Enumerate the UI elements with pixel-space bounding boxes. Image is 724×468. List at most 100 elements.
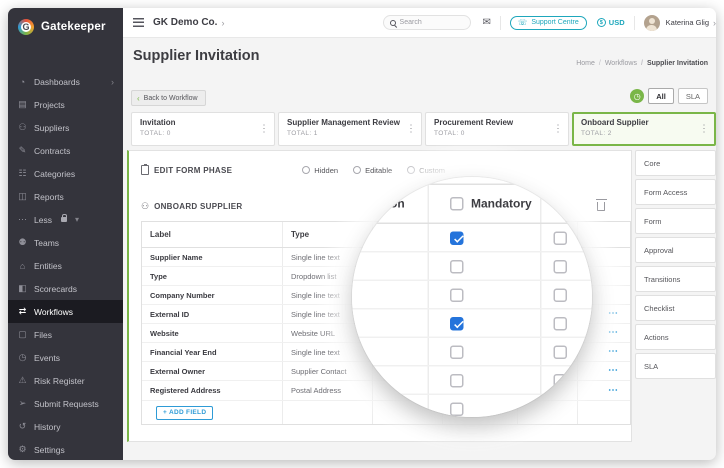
settings-tab[interactable]: Checklist: [635, 295, 716, 321]
sla-timer-icon[interactable]: ◷: [630, 89, 645, 103]
projects-icon: ▤: [18, 99, 27, 109]
page-title: Supplier Invitation: [133, 48, 260, 64]
trash-icon[interactable]: [595, 198, 607, 211]
filter-all-button[interactable]: All: [648, 88, 674, 104]
phase-name: Procurement Review: [434, 118, 514, 127]
radio-option[interactable]: Hidden: [302, 166, 338, 175]
sidebar-item[interactable]: ◷ Events ▾ ›: [8, 346, 123, 369]
sidebar-item[interactable]: ◔ Dashboards ▾ ›: [8, 70, 123, 93]
column-header-label: Label: [142, 222, 283, 247]
divider: [499, 15, 501, 30]
sidebar-item[interactable]: ⚉ Teams ▾ ›: [8, 231, 123, 254]
phase-tab[interactable]: Invitation TOTAL: 0 ⋮: [131, 112, 275, 146]
depends-on-cell: [352, 309, 429, 336]
sidebar-item[interactable]: ⇄ Workflows ▾ ›: [8, 300, 123, 323]
sidebar-item[interactable]: ▤ Projects ▾ ›: [8, 93, 123, 116]
sidebar-item[interactable]: ⚇ Suppliers ▾ ›: [8, 116, 123, 139]
filter-sla-button[interactable]: SLA: [677, 88, 708, 104]
kebab-menu-icon[interactable]: ⋮: [259, 124, 269, 135]
currency-selector[interactable]: $ USD: [596, 18, 625, 27]
sidebar-item[interactable]: ⚙ Settings ▾ ›: [8, 438, 123, 460]
caret-down-icon: ▾: [74, 215, 79, 224]
history-icon: ↺: [18, 421, 27, 431]
phase-total: TOTAL: 1: [287, 130, 318, 137]
breadcrumb-item[interactable]: Workflows: [595, 60, 637, 67]
field-label-cell: External ID: [142, 305, 283, 323]
radio-button-icon[interactable]: [407, 166, 416, 174]
sidebar-item[interactable]: ◫ Reports ▾ ›: [8, 185, 123, 208]
section-title: ONBOARD SUPPLIER: [154, 201, 243, 211]
back-to-workflow-button[interactable]: ‹ Back to Workflow: [131, 90, 206, 106]
radio-button-icon[interactable]: [353, 166, 362, 174]
topbar: GK Demo Co. › ✉ ☏ Support Centre $ USD K…: [123, 8, 716, 38]
search-input[interactable]: [399, 19, 460, 26]
settings-tab[interactable]: Form: [635, 208, 716, 234]
kebab-menu-icon[interactable]: ⋮: [699, 124, 709, 135]
magnifier-content: EDIT FORM PHASE Hidden Editable Custom ⚇…: [352, 177, 592, 417]
sidebar-item[interactable]: ⚠ Risk Register ▾ ›: [8, 369, 123, 392]
breadcrumb-item[interactable]: Supplier Invitation: [637, 60, 708, 67]
settings-tab[interactable]: Form Access: [635, 179, 716, 205]
edit-form-phase-label: EDIT FORM PHASE: [154, 165, 233, 175]
sidebar-item[interactable]: ⋯ Less ▾ ›: [8, 208, 123, 231]
mandatory-checkbox: [449, 401, 463, 415]
phase-tab[interactable]: Supplier Management Review TOTAL: 1 ⋮: [278, 112, 422, 146]
mandatory-cell: [429, 223, 541, 251]
sidebar-item[interactable]: ↺ History ▾ ›: [8, 415, 123, 438]
table-row: Supplier Name Single line text ⋯: [352, 223, 592, 252]
suppliers-icon: ⚇: [18, 122, 27, 132]
sidebar-item-label: Events: [34, 352, 60, 363]
radio-button-icon[interactable]: [302, 166, 311, 174]
reports-icon: ◫: [18, 191, 27, 201]
sidebar-item-label: Risk Register: [34, 375, 85, 386]
hidden-cell: [541, 224, 592, 251]
settings-tab[interactable]: Core: [635, 150, 716, 176]
sidebar-item[interactable]: ◧ Scorecards ▾ ›: [8, 277, 123, 300]
sidebar-item[interactable]: ☷ Categories ▾ ›: [8, 162, 123, 185]
hidden-checkbox: [553, 315, 567, 330]
entities-icon: ⌂: [19, 260, 26, 271]
avatar[interactable]: [643, 14, 660, 31]
company-name[interactable]: GK Demo Co.: [153, 17, 217, 28]
kebab-menu-icon[interactable]: ⋮: [406, 124, 416, 135]
radio-option[interactable]: Editable: [353, 166, 392, 175]
sidebar-item-label: Reports: [34, 191, 64, 202]
table-row: Company Number Single line text ⋯: [352, 280, 592, 309]
breadcrumb-item[interactable]: Home: [576, 60, 595, 67]
scorecards-icon: ◧: [18, 283, 27, 293]
kebab-menu-icon[interactable]: ⋮: [553, 124, 563, 135]
sidebar-item[interactable]: ➢ Submit Requests ▾ ›: [8, 392, 123, 415]
phase-name: Onboard Supplier: [581, 118, 649, 127]
sla-filter-controls: ◷ All SLA: [630, 88, 708, 104]
sidebar-item[interactable]: ▢ Files ▾ ›: [8, 323, 123, 346]
search-box[interactable]: [382, 15, 471, 30]
sidebar-item[interactable]: ✎ Contracts ▾ ›: [8, 139, 123, 162]
sidebar-item-label: Files: [34, 329, 52, 340]
sidebar-item-label: Teams: [34, 237, 60, 248]
users-icon: ⚇: [141, 200, 150, 211]
submit-requests-icon: ➢: [18, 398, 27, 408]
brand-logo[interactable]: G Gatekeeper: [8, 8, 123, 46]
sidebar-item[interactable]: ⌂ Entities ▾ ›: [8, 254, 123, 277]
field-label-cell: Company Number: [142, 286, 283, 304]
depends-on-cell: [352, 337, 429, 365]
settings-tab[interactable]: Approval: [635, 237, 716, 263]
search-icon: [389, 19, 396, 26]
hidden-cell: [541, 395, 592, 418]
settings-tab[interactable]: Actions: [635, 324, 716, 350]
table-header: Label Type Depends on Mandatory Hidden: [352, 184, 592, 224]
user-name[interactable]: Katerina Glig: [666, 18, 709, 27]
settings-tab[interactable]: Transitions: [635, 266, 716, 292]
radio-option[interactable]: Custom: [407, 166, 445, 175]
phase-tab[interactable]: Procurement Review TOTAL: 0 ⋮: [425, 112, 569, 146]
risk-register-icon: ⚠: [18, 375, 27, 385]
hamburger-menu-icon[interactable]: [133, 18, 144, 27]
envelope-icon[interactable]: ✉: [483, 17, 491, 28]
phase-tab[interactable]: Onboard Supplier TOTAL: 2 ⋮: [572, 112, 716, 146]
add-field-button[interactable]: + ADD FIELD: [156, 405, 214, 420]
mandatory-checkbox: [449, 344, 463, 358]
clipboard-icon: [141, 164, 149, 175]
hidden-checkbox: [553, 344, 567, 358]
settings-tab[interactable]: SLA: [635, 353, 716, 379]
support-centre-button[interactable]: ☏ Support Centre: [509, 15, 587, 30]
